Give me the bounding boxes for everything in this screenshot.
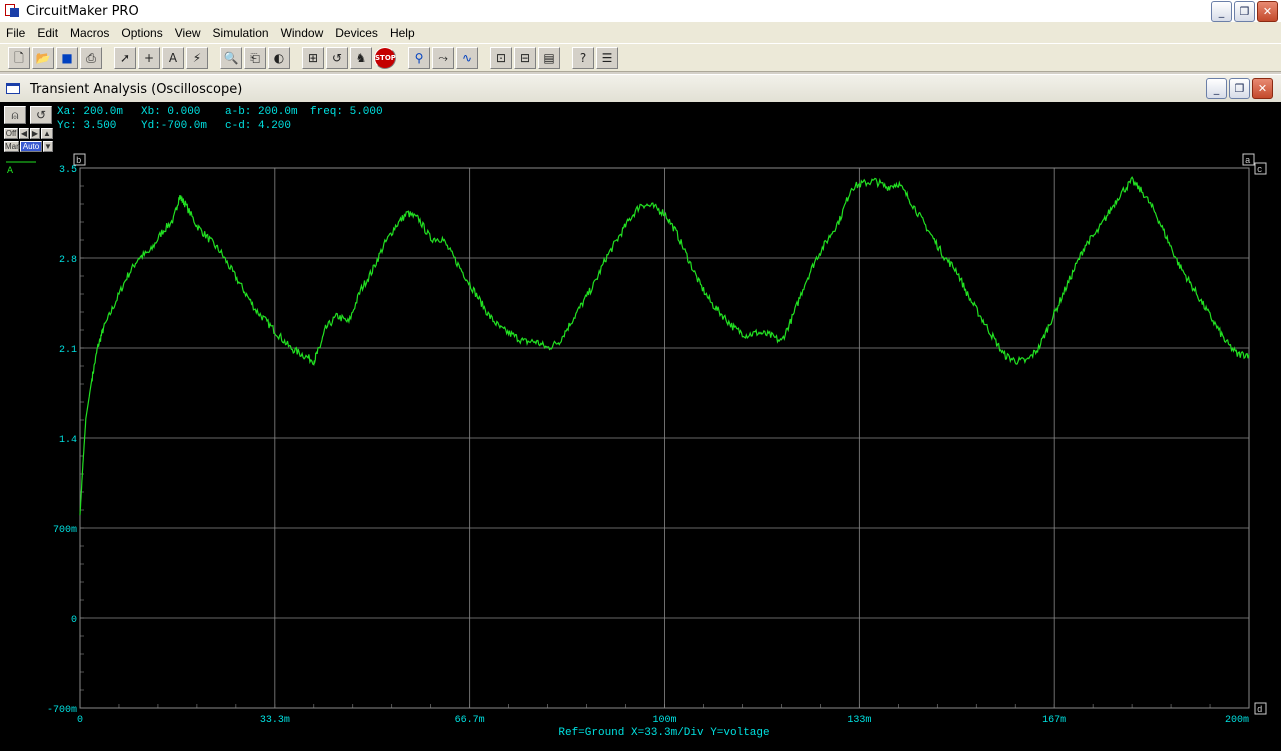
menu-file[interactable]: File bbox=[0, 26, 31, 40]
menu-view[interactable]: View bbox=[169, 26, 207, 40]
y-tick-label: 2.8 bbox=[59, 255, 77, 266]
svg-text:a: a bbox=[1245, 156, 1251, 166]
menu-edit[interactable]: Edit bbox=[31, 26, 64, 40]
text-icon[interactable]: A bbox=[162, 47, 184, 69]
y-tick-label: 700m bbox=[53, 525, 77, 536]
scope-icon[interactable]: ∿ bbox=[456, 47, 478, 69]
oscilloscope-panel: ⍝ ↺ Off ◀ ▶ ▲ Man Auto ▼ Xa: 200.0m Xb: … bbox=[0, 102, 1281, 751]
menu-window[interactable]: Window bbox=[275, 26, 330, 40]
restore-button[interactable]: ❐ bbox=[1234, 1, 1255, 22]
menu-simulation[interactable]: Simulation bbox=[207, 26, 275, 40]
part-icon[interactable]: ▤ bbox=[538, 47, 560, 69]
bus-icon[interactable]: ⊟ bbox=[514, 47, 536, 69]
minimize-button[interactable]: _ bbox=[1211, 1, 1232, 22]
scope-footer: Ref=Ground X=33.3m/Div Y=voltage bbox=[558, 727, 769, 739]
help-icon[interactable]: ? bbox=[572, 47, 594, 69]
child-window-title: Transient Analysis (Oscilloscope) bbox=[30, 82, 243, 97]
zoom-fit-icon[interactable]: ⊡ bbox=[490, 47, 512, 69]
zoom-icon[interactable]: 🔍 bbox=[220, 47, 242, 69]
probe-icon[interactable]: ⚡ bbox=[186, 47, 208, 69]
y-tick-label: 0 bbox=[71, 615, 77, 626]
child-window-titlebar: Transient Analysis (Oscilloscope) _ ❐ ✕ bbox=[0, 74, 1281, 102]
trace-label: A bbox=[7, 166, 13, 177]
menu-devices[interactable]: Devices bbox=[329, 26, 384, 40]
svg-text:d: d bbox=[1257, 705, 1262, 715]
settings-icon[interactable]: ☰ bbox=[596, 47, 618, 69]
open-icon[interactable]: 📂 bbox=[32, 47, 54, 69]
x-tick-label: 133m bbox=[847, 715, 871, 726]
cursor-a-marker[interactable]: a bbox=[1242, 153, 1255, 166]
child-minimize-button[interactable]: _ bbox=[1206, 78, 1227, 99]
menu-macros[interactable]: Macros bbox=[64, 26, 115, 40]
title-bar: CircuitMaker PRO _ ❐ ✕ bbox=[0, 0, 1281, 22]
y-tick-label: -700m bbox=[47, 705, 77, 716]
probe-tool-icon[interactable]: ⚲ bbox=[408, 47, 430, 69]
close-button[interactable]: ✕ bbox=[1257, 1, 1278, 22]
toolbar: 🗋 📂 ■ ⎙ ➚ + A ⚡ 🔍 ⎗ ◐ ⊞ ↺ ♞ STOP ⚲ ⤳ ∿ ⊡… bbox=[0, 43, 1281, 72]
x-tick-label: 200m bbox=[1225, 715, 1249, 726]
print-icon[interactable]: ⎙ bbox=[80, 47, 102, 69]
oscilloscope-plot[interactable]: 0 33.3m 66.7m 100m 133m 167m 200m 3.5 2.8 2.1 1.4 7… bbox=[0, 102, 1281, 751]
x-tick-label: 167m bbox=[1042, 715, 1066, 726]
x-tick-label: 33.3m bbox=[260, 715, 290, 726]
save-icon[interactable]: ■ bbox=[56, 47, 78, 69]
arrow-icon[interactable]: ➚ bbox=[114, 47, 136, 69]
cursor-b-marker[interactable]: b bbox=[73, 153, 86, 166]
flip-icon[interactable]: ◐ bbox=[268, 47, 290, 69]
svg-text:c: c bbox=[1257, 165, 1262, 175]
wire-icon[interactable]: + bbox=[138, 47, 160, 69]
x-tick-label: 66.7m bbox=[455, 715, 485, 726]
circuitmaker-app-icon[interactable] bbox=[4, 3, 20, 19]
y-tick-label: 2.1 bbox=[59, 345, 77, 356]
svg-text:b: b bbox=[76, 156, 81, 166]
app-title: CircuitMaker PRO bbox=[26, 3, 139, 19]
cursor-c-marker[interactable]: c bbox=[1254, 162, 1267, 175]
child-restore-button[interactable]: ❐ bbox=[1229, 78, 1250, 99]
child-close-button[interactable]: ✕ bbox=[1252, 78, 1273, 99]
menu-bar: File Edit Macros Options View Simulation… bbox=[0, 22, 1281, 43]
copy-icon[interactable]: ⎗ bbox=[244, 47, 266, 69]
trace-icon[interactable]: ⤳ bbox=[432, 47, 454, 69]
window-icon[interactable] bbox=[6, 83, 20, 94]
menu-help[interactable]: Help bbox=[384, 26, 421, 40]
y-tick-label: 1.4 bbox=[59, 435, 77, 446]
menu-options[interactable]: Options bbox=[115, 26, 168, 40]
new-icon[interactable]: 🗋 bbox=[8, 47, 30, 69]
x-tick-label: 0 bbox=[77, 715, 83, 726]
cursor-d-marker[interactable]: d bbox=[1254, 702, 1267, 715]
stop-icon[interactable]: STOP bbox=[374, 47, 396, 69]
reset-icon[interactable]: ↺ bbox=[326, 47, 348, 69]
y-tick-label: 3.5 bbox=[59, 165, 77, 176]
run-icon[interactable]: ♞ bbox=[350, 47, 372, 69]
digital-icon[interactable]: ⊞ bbox=[302, 47, 324, 69]
x-tick-label: 100m bbox=[652, 715, 676, 726]
